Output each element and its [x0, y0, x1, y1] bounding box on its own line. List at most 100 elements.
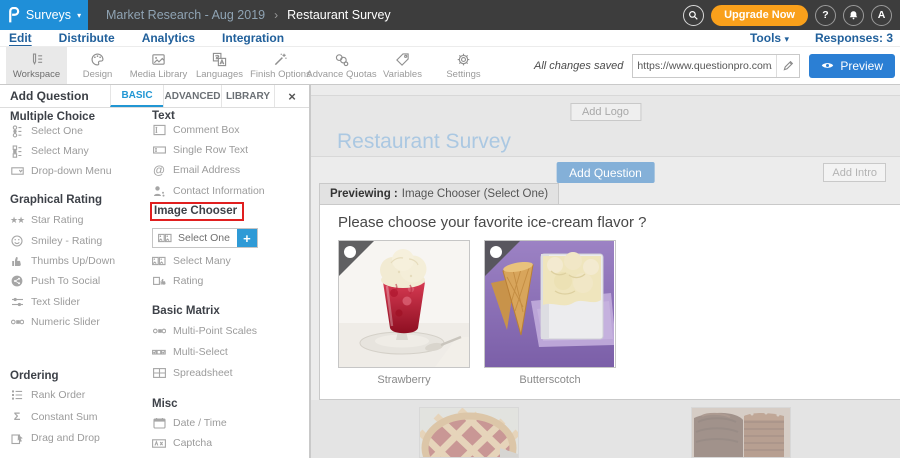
- item-rank-order[interactable]: Rank Order: [10, 385, 85, 405]
- survey-title[interactable]: Restaurant Survey: [337, 130, 511, 154]
- radio-choice-butterscotch[interactable]: [490, 246, 502, 258]
- choice-label: Butterscotch: [484, 374, 616, 386]
- top-header-bar: Surveys ▾ Market Research - Aug 2019 › R…: [0, 0, 900, 30]
- toolbar-workspace[interactable]: Workspace: [6, 47, 67, 84]
- image-rating-icon: [152, 275, 166, 287]
- nav-tab-integration[interactable]: Integration: [222, 31, 284, 45]
- breadcrumb-parent[interactable]: Market Research - Aug 2019: [106, 8, 265, 22]
- item-smiley-rating[interactable]: Smiley - Rating: [10, 231, 102, 251]
- toolbar-variables[interactable]: Variables: [372, 47, 433, 84]
- item-date-time[interactable]: Date / Time: [152, 413, 227, 433]
- chevron-down-icon: ▾: [784, 34, 789, 44]
- item-image-chooser-select-one[interactable]: Select One +: [152, 228, 258, 248]
- toolbar-settings[interactable]: Settings: [433, 47, 494, 84]
- breadcrumb-separator-icon: ›: [274, 8, 278, 22]
- toolbar-media-library[interactable]: Media Library: [128, 47, 189, 84]
- upgrade-now-button[interactable]: Upgrade Now: [711, 5, 808, 26]
- question-preview-panel: Please choose your favorite ice-cream fl…: [319, 204, 900, 400]
- item-numeric-slider[interactable]: Numeric Slider: [10, 312, 100, 332]
- item-select-one[interactable]: Select One: [10, 121, 83, 141]
- item-spreadsheet[interactable]: Spreadsheet: [152, 363, 233, 383]
- autosave-status: All changes saved: [534, 60, 623, 72]
- item-push-to-social[interactable]: Push To Social: [10, 271, 100, 291]
- at-sign-icon: @: [152, 163, 166, 177]
- item-drop-down-menu[interactable]: Drop-down Menu: [10, 161, 112, 181]
- quota-icon: [334, 52, 349, 67]
- palette-icon: [90, 52, 105, 67]
- thumb-icon: [10, 255, 24, 267]
- item-star-rating[interactable]: ★★ Star Rating: [10, 210, 84, 230]
- responses-link[interactable]: Responses: 3: [815, 31, 893, 45]
- image-pair-icon: [152, 256, 166, 267]
- item-text-slider[interactable]: Text Slider: [10, 292, 80, 312]
- close-icon[interactable]: ×: [274, 85, 309, 107]
- tab-basic[interactable]: BASIC: [110, 85, 163, 107]
- breadcrumb: Market Research - Aug 2019 › Restaurant …: [106, 8, 391, 22]
- add-question-button[interactable]: Add Question: [556, 162, 655, 183]
- add-image-chooser-select-one-button[interactable]: +: [237, 229, 257, 247]
- add-question-panel: Add Question BASIC ADVANCED LIBRARY × Mu…: [0, 85, 310, 458]
- spreadsheet-icon: [152, 367, 166, 379]
- strawberry-sundae-photo[interactable]: [338, 240, 470, 368]
- item-image-chooser-select-many[interactable]: Select Many: [152, 251, 231, 271]
- primary-nav: Edit Distribute Analytics Integration To…: [0, 30, 900, 47]
- item-drag-and-drop[interactable]: Drag and Drop: [10, 428, 100, 448]
- surveys-menu[interactable]: Surveys ▾: [0, 0, 88, 30]
- workspace-icon: [29, 52, 44, 67]
- nav-links: Edit Distribute Analytics Integration: [0, 31, 284, 45]
- share-icon: [10, 275, 24, 287]
- add-question-header: Add Question BASIC ADVANCED LIBRARY ×: [0, 85, 309, 108]
- question-text: Please choose your favorite ice-cream fl…: [338, 214, 646, 231]
- item-single-row-text[interactable]: Single Row Text: [152, 140, 248, 160]
- add-intro-button[interactable]: Add Intro: [823, 163, 886, 182]
- nav-tab-edit[interactable]: Edit: [9, 31, 32, 45]
- calendar-icon: [152, 417, 166, 429]
- item-multi-select[interactable]: Multi-Select: [152, 342, 228, 362]
- edit-url-pencil-icon[interactable]: [776, 55, 799, 77]
- item-image-chooser-rating[interactable]: Rating: [152, 271, 203, 291]
- preview-button[interactable]: Preview: [809, 54, 895, 78]
- wand-icon: [273, 52, 288, 67]
- nav-tab-distribute[interactable]: Distribute: [59, 31, 115, 45]
- card-corner-flag: [485, 241, 520, 276]
- toolbar-advance-quotas[interactable]: Advance Quotas: [311, 47, 372, 84]
- choice-card-butterscotch[interactable]: Butterscotch: [484, 240, 616, 386]
- item-constant-sum[interactable]: Σ Constant Sum: [10, 407, 98, 427]
- gear-icon: [456, 52, 471, 67]
- toolbar-design[interactable]: Design: [67, 47, 128, 84]
- search-icon[interactable]: [683, 5, 704, 26]
- item-comment-box[interactable]: Comment Box: [152, 120, 240, 140]
- add-logo-button[interactable]: Add Logo: [570, 103, 641, 121]
- tools-menu[interactable]: Tools ▾: [750, 31, 789, 45]
- item-select-many[interactable]: Select Many: [10, 141, 89, 161]
- nav-tab-analytics[interactable]: Analytics: [142, 31, 195, 45]
- item-captcha[interactable]: Captcha: [152, 433, 212, 453]
- rank-order-icon: [10, 389, 24, 401]
- toolbar-languages[interactable]: Languages: [189, 47, 250, 84]
- notifications-bell-icon[interactable]: [843, 5, 864, 26]
- nav-right: Tools ▾ Responses: 3: [750, 31, 900, 45]
- tab-library[interactable]: LIBRARY: [221, 85, 274, 107]
- choice-card-strawberry[interactable]: Strawberry: [338, 240, 470, 386]
- tab-advanced[interactable]: ADVANCED: [163, 85, 221, 107]
- item-contact-information[interactable]: Contact Information: [152, 181, 265, 201]
- slider-icon: [10, 296, 24, 308]
- eye-icon: [821, 59, 834, 73]
- item-thumbs-up-down[interactable]: Thumbs Up/Down: [10, 251, 115, 271]
- toolbar-finish-options[interactable]: Finish Options: [250, 47, 311, 84]
- numeric-slider-icon: [10, 316, 24, 328]
- survey-url-input[interactable]: [633, 60, 776, 72]
- account-avatar[interactable]: A: [871, 5, 892, 26]
- item-email-address[interactable]: @ Email Address: [152, 160, 240, 180]
- dropdown-icon: [10, 165, 24, 177]
- section-image-chooser: Image Chooser: [152, 203, 244, 219]
- butterscotch-tub-photo[interactable]: [484, 240, 616, 368]
- radio-choice-strawberry[interactable]: [344, 246, 356, 258]
- survey-header-band: Add Logo Restaurant Survey: [311, 95, 900, 157]
- toolbar-items: Workspace Design Media Library Languages…: [0, 47, 494, 84]
- choice-cards: Strawberry: [338, 240, 616, 386]
- section-graphical-rating: Graphical Rating: [10, 192, 102, 208]
- help-button[interactable]: ?: [815, 5, 836, 26]
- item-multi-point-scales[interactable]: Multi-Point Scales: [152, 321, 257, 341]
- previewing-label: Previewing :: [330, 188, 398, 200]
